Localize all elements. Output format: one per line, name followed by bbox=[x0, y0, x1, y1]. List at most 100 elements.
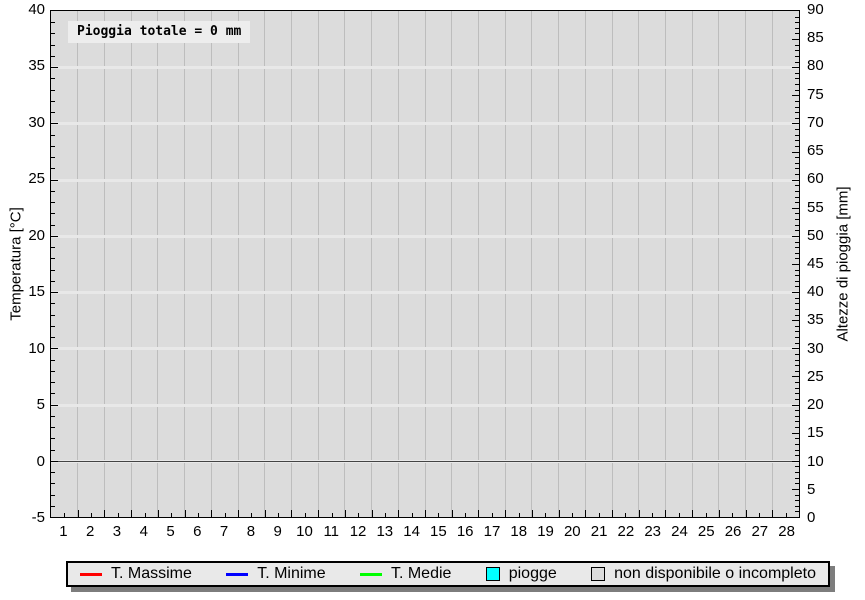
x-day-label: 3 bbox=[104, 523, 131, 541]
right-minor-tick bbox=[795, 22, 799, 23]
right-minor-tick bbox=[795, 197, 799, 198]
right-major-tick bbox=[792, 180, 799, 181]
right-minor-tick bbox=[795, 337, 799, 338]
x-center-tick bbox=[679, 513, 680, 517]
vertical-gridline bbox=[184, 11, 185, 517]
left-minor-tick bbox=[51, 202, 55, 203]
x-center-tick bbox=[91, 513, 92, 517]
plot-area bbox=[50, 10, 800, 518]
x-boundary-tick bbox=[612, 510, 613, 517]
vertical-gridline bbox=[344, 11, 345, 517]
right-tick-label: 85 bbox=[807, 29, 841, 47]
right-minor-tick bbox=[795, 185, 799, 186]
vertical-gridline bbox=[211, 11, 212, 517]
left-minor-tick bbox=[51, 427, 55, 428]
left-minor-tick bbox=[51, 191, 55, 192]
vertical-gridline bbox=[318, 11, 319, 517]
x-center-tick bbox=[732, 513, 733, 517]
vertical-gridline bbox=[585, 11, 586, 517]
x-boundary-tick bbox=[372, 510, 373, 517]
right-major-tick bbox=[792, 264, 799, 265]
right-minor-tick bbox=[795, 416, 799, 417]
left-minor-tick bbox=[51, 382, 55, 383]
x-day-label: 13 bbox=[371, 523, 398, 541]
right-tick-label: 45 bbox=[807, 255, 841, 273]
left-minor-tick bbox=[51, 326, 55, 327]
right-minor-tick bbox=[795, 495, 799, 496]
rain-total-annotation: Pioggia totale = 0 mm bbox=[68, 21, 250, 43]
legend-box-swatch bbox=[486, 567, 500, 581]
left-major-tick bbox=[51, 405, 58, 406]
right-minor-tick bbox=[795, 382, 799, 383]
left-major-tick bbox=[51, 236, 58, 237]
right-minor-tick bbox=[795, 360, 799, 361]
right-major-tick bbox=[792, 292, 799, 293]
x-boundary-tick bbox=[719, 510, 720, 517]
left-minor-tick bbox=[51, 416, 55, 417]
vertical-gridline bbox=[104, 11, 105, 517]
right-minor-tick bbox=[795, 483, 799, 484]
x-day-label: 24 bbox=[666, 523, 693, 541]
right-minor-tick bbox=[795, 112, 799, 113]
x-center-tick bbox=[385, 513, 386, 517]
x-center-tick bbox=[251, 513, 252, 517]
vertical-gridline bbox=[718, 11, 719, 517]
horizontal-gridline bbox=[51, 235, 799, 238]
left-minor-tick bbox=[51, 303, 55, 304]
right-tick-label: 30 bbox=[807, 340, 841, 358]
vertical-gridline bbox=[692, 11, 693, 517]
right-minor-tick bbox=[795, 281, 799, 282]
right-minor-tick bbox=[795, 191, 799, 192]
x-center-tick bbox=[64, 513, 65, 517]
x-day-label: 21 bbox=[586, 523, 613, 541]
left-minor-tick bbox=[51, 270, 55, 271]
right-minor-tick bbox=[795, 410, 799, 411]
x-center-tick bbox=[545, 513, 546, 517]
right-tick-label: 70 bbox=[807, 114, 841, 132]
x-day-label: 16 bbox=[452, 523, 479, 541]
right-minor-tick bbox=[795, 298, 799, 299]
left-tick-label: 30 bbox=[0, 114, 45, 132]
legend-item: T. Medie bbox=[360, 565, 451, 583]
left-minor-tick bbox=[51, 168, 55, 169]
right-major-tick bbox=[792, 39, 799, 40]
right-minor-tick bbox=[795, 511, 799, 512]
right-major-tick bbox=[792, 461, 799, 462]
left-minor-tick bbox=[51, 360, 55, 361]
vertical-gridline bbox=[157, 11, 158, 517]
x-boundary-tick bbox=[425, 510, 426, 517]
right-minor-tick bbox=[795, 135, 799, 136]
right-minor-tick bbox=[795, 247, 799, 248]
horizontal-gridline bbox=[51, 179, 799, 182]
vertical-gridline bbox=[638, 11, 639, 517]
left-minor-tick bbox=[51, 371, 55, 372]
left-minor-tick bbox=[51, 213, 55, 214]
x-boundary-tick bbox=[772, 510, 773, 517]
x-boundary-tick bbox=[585, 510, 586, 517]
right-tick-label: 80 bbox=[807, 57, 841, 75]
vertical-gridline bbox=[505, 11, 506, 517]
x-center-tick bbox=[652, 513, 653, 517]
right-major-tick bbox=[792, 95, 799, 96]
x-day-label: 10 bbox=[291, 523, 318, 541]
x-boundary-tick bbox=[478, 510, 479, 517]
right-minor-tick bbox=[795, 331, 799, 332]
right-minor-tick bbox=[795, 174, 799, 175]
vertical-gridline bbox=[478, 11, 479, 517]
zero-temperature-line bbox=[51, 461, 799, 462]
right-minor-tick bbox=[795, 399, 799, 400]
right-major-tick bbox=[792, 208, 799, 209]
chart-legend: T. MassimeT. MinimeT. Mediepioggenon dis… bbox=[66, 561, 830, 587]
right-tick-label: 50 bbox=[807, 227, 841, 245]
x-boundary-tick bbox=[185, 510, 186, 517]
left-minor-tick bbox=[51, 157, 55, 158]
right-tick-label: 65 bbox=[807, 142, 841, 160]
x-center-tick bbox=[599, 513, 600, 517]
x-center-tick bbox=[519, 513, 520, 517]
vertical-gridline bbox=[264, 11, 265, 517]
left-minor-tick bbox=[51, 33, 55, 34]
right-major-tick bbox=[792, 405, 799, 406]
right-minor-tick bbox=[795, 146, 799, 147]
x-center-tick bbox=[572, 513, 573, 517]
right-major-tick bbox=[792, 376, 799, 377]
